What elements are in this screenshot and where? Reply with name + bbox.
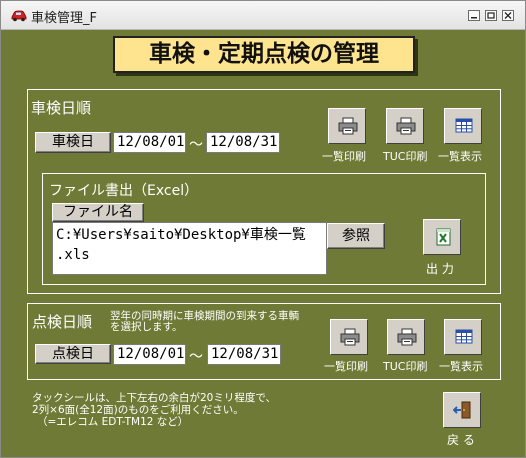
footer-note-line2: 2列×6面(全12面)のものをご利用ください。 bbox=[32, 404, 244, 416]
title-bar[interactable]: 車検管理_F bbox=[1, 1, 525, 30]
printer-icon bbox=[340, 328, 360, 346]
close-button[interactable] bbox=[502, 10, 514, 21]
inspection-group-label: 点検日順 bbox=[32, 313, 93, 331]
excel-icon bbox=[436, 228, 451, 246]
shaken-list-print-button[interactable] bbox=[328, 108, 366, 144]
filename-button[interactable]: ファイル名 bbox=[52, 203, 144, 222]
shaken-list-view-button[interactable] bbox=[444, 108, 482, 144]
back-button[interactable] bbox=[443, 392, 481, 428]
app-window: 車検管理_F 車検・定期点検の管理 車検日順 車検日 12/08/01 ～ 12… bbox=[0, 0, 526, 458]
minimize-button[interactable] bbox=[468, 10, 480, 21]
inspection-date-button[interactable]: 点検日 bbox=[35, 344, 111, 364]
footer-note-line3: （=エレコム EDT-TM12 など） bbox=[37, 416, 189, 428]
minimize-icon bbox=[471, 17, 477, 19]
inspection-tuc-print-label: TUC印刷 bbox=[383, 360, 428, 373]
app-car-icon bbox=[11, 10, 27, 22]
inspection-list-view-button[interactable] bbox=[444, 319, 482, 355]
shaken-group-label: 車検日順 bbox=[31, 99, 92, 117]
restore-button[interactable] bbox=[485, 10, 497, 21]
window-title: 車検管理_F bbox=[31, 11, 97, 26]
printer-icon bbox=[396, 117, 416, 135]
file-export-group-label: ファイル書出（Excel） bbox=[49, 183, 199, 199]
shaken-tuc-print-label: TUC印刷 bbox=[383, 150, 428, 163]
table-icon bbox=[455, 118, 473, 133]
filename-path-line1: C:¥Users¥saito¥Desktop¥車検一覧 bbox=[56, 227, 306, 243]
shaken-tuc-print-button[interactable] bbox=[386, 108, 424, 144]
excel-output-button[interactable] bbox=[423, 219, 461, 255]
printer-icon bbox=[397, 328, 417, 346]
inspection-range-separator: ～ bbox=[189, 349, 203, 365]
footer-note-line1: タックシールは、上下左右の余白が20ミリ程度で、 bbox=[32, 392, 276, 404]
inspection-note-line2: を選択します。 bbox=[110, 321, 183, 333]
filename-path-field[interactable]: C:¥Users¥saito¥Desktop¥車検一覧 .xls bbox=[52, 222, 327, 275]
inspection-tuc-print-button[interactable] bbox=[387, 319, 425, 355]
inspection-from-date-input[interactable]: 12/08/01 bbox=[113, 344, 186, 365]
inspection-list-print-button[interactable] bbox=[330, 319, 368, 355]
shaken-date-button[interactable]: 車検日 bbox=[35, 132, 111, 153]
output-label: 出 力 bbox=[426, 262, 454, 276]
shaken-to-date-input[interactable]: 12/08/31 bbox=[206, 132, 280, 153]
inspection-to-date-input[interactable]: 12/08/31 bbox=[207, 344, 281, 365]
shaken-list-print-label: 一覧印刷 bbox=[322, 150, 366, 163]
shaken-from-date-input[interactable]: 12/08/01 bbox=[113, 132, 186, 153]
restore-icon bbox=[487, 12, 495, 19]
exit-door-icon bbox=[453, 401, 471, 419]
page-title: 車検・定期点検の管理 bbox=[113, 36, 415, 73]
shaken-range-separator: ～ bbox=[189, 137, 203, 153]
table-icon bbox=[455, 329, 473, 344]
back-label: 戻 る bbox=[447, 433, 475, 447]
filename-path-line2: .xls bbox=[56, 247, 90, 263]
inspection-list-print-label: 一覧印刷 bbox=[324, 360, 368, 373]
close-icon bbox=[504, 12, 512, 19]
printer-icon bbox=[338, 117, 358, 135]
inspection-list-view-label: 一覧表示 bbox=[439, 360, 483, 373]
browse-button[interactable]: 参照 bbox=[327, 223, 385, 249]
shaken-list-view-label: 一覧表示 bbox=[438, 150, 482, 163]
